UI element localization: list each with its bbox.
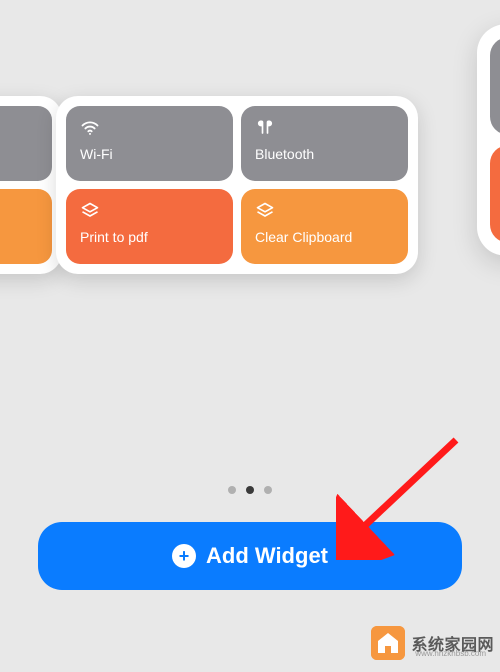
layers-icon <box>255 201 275 221</box>
plus-circle-icon: + <box>172 544 196 568</box>
tile-label: Print to pdf <box>80 229 219 245</box>
tile-placeholder <box>490 145 500 243</box>
wifi-icon <box>80 118 100 138</box>
tile-placeholder <box>0 106 52 181</box>
tile-print-pdf[interactable]: Print to pdf <box>66 189 233 264</box>
widget-carousel[interactable]: Wi-Fi Bluetooth Print to pdf <box>0 96 500 396</box>
widget-card-next <box>477 24 500 255</box>
tile-bluetooth[interactable]: Bluetooth <box>241 106 408 181</box>
pagination-dots <box>0 486 500 494</box>
tile-placeholder <box>0 189 52 264</box>
tile-wifi[interactable]: Wi-Fi <box>66 106 233 181</box>
tile-clear-clipboard[interactable]: Clear Clipboard <box>241 189 408 264</box>
tile-label: Wi-Fi <box>80 146 219 162</box>
watermark: 系统家园网 www.hnzkhbsb.com <box>371 626 494 660</box>
widget-card-current: Wi-Fi Bluetooth Print to pdf <box>56 96 418 274</box>
add-widget-label: Add Widget <box>206 543 328 569</box>
layers-icon <box>80 201 100 221</box>
tile-label: Clear Clipboard <box>255 229 394 245</box>
tile-label: Bluetooth <box>255 146 394 162</box>
watermark-logo-icon <box>371 626 405 660</box>
page-dot[interactable] <box>264 486 272 494</box>
page-dot-active[interactable] <box>246 486 254 494</box>
airpods-icon <box>255 118 275 138</box>
widget-card-previous <box>0 96 62 274</box>
add-widget-button[interactable]: + Add Widget <box>38 522 462 590</box>
page-dot[interactable] <box>228 486 236 494</box>
tile-placeholder <box>490 37 500 134</box>
watermark-url: www.hnzkhbsb.com <box>415 649 486 658</box>
